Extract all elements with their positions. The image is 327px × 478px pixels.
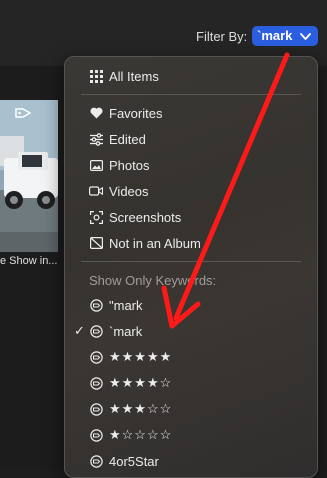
keywords-section-label: Show Only Keywords: bbox=[89, 273, 217, 288]
menu-item-label: Edited bbox=[109, 131, 146, 147]
keyword-icon bbox=[89, 402, 103, 416]
photo-thumbnail[interactable] bbox=[0, 100, 58, 252]
menu-item-label: Photos bbox=[109, 157, 150, 173]
keyword-label: "mark bbox=[109, 297, 143, 313]
keyword-label: `mark bbox=[109, 323, 143, 339]
menu-item-screenshots[interactable]: Screenshots bbox=[89, 206, 181, 228]
keyword-icon bbox=[89, 298, 103, 312]
tag-icon bbox=[14, 106, 32, 125]
keyword-icon bbox=[89, 428, 103, 442]
menu-item-label: Videos bbox=[109, 183, 149, 199]
keyword-icon bbox=[89, 376, 103, 390]
menu-item-all-items[interactable]: All Items bbox=[89, 65, 159, 87]
keyword-item[interactable]: 4or5Star bbox=[89, 450, 159, 472]
screenshot-icon bbox=[89, 210, 103, 224]
keyword-item[interactable]: `mark bbox=[89, 320, 142, 342]
keyword-icon bbox=[89, 350, 103, 364]
no-album-icon bbox=[89, 236, 103, 250]
keyword-icon bbox=[89, 324, 103, 338]
menu-item-label: Not in an Album bbox=[109, 235, 201, 251]
keyword-label: ★★★★★ bbox=[109, 349, 173, 364]
keyword-icon bbox=[89, 454, 103, 468]
keyword-item[interactable]: ★☆☆☆☆ bbox=[89, 424, 172, 446]
keyword-label: 4or5Star bbox=[109, 453, 159, 469]
photo-icon bbox=[89, 158, 103, 172]
thumbnail-caption: e Show in... bbox=[0, 255, 58, 267]
menu-item-videos[interactable]: Videos bbox=[89, 180, 149, 202]
keyword-item[interactable]: ★★★★☆ bbox=[89, 372, 172, 394]
heart-icon bbox=[89, 106, 103, 120]
menu-divider bbox=[81, 94, 301, 95]
sliders-icon bbox=[89, 132, 103, 146]
video-icon bbox=[89, 184, 103, 198]
filter-dropdown[interactable]: `mark bbox=[252, 26, 318, 46]
menu-item-edited[interactable]: Edited bbox=[89, 128, 146, 150]
grid-icon bbox=[89, 69, 103, 83]
keyword-item[interactable]: ★★★★★ bbox=[89, 346, 172, 368]
menu-item-label: Screenshots bbox=[109, 209, 182, 225]
keyword-label: ★☆☆☆☆ bbox=[109, 427, 173, 442]
chevron-down-icon bbox=[299, 29, 312, 49]
menu-item-label: All Items bbox=[109, 68, 159, 84]
keyword-item[interactable]: ★★★☆☆ bbox=[89, 398, 172, 420]
keyword-item[interactable]: "mark bbox=[89, 294, 143, 316]
menu-divider bbox=[81, 261, 301, 262]
checkmark-icon: ✓ bbox=[74, 323, 85, 338]
menu-item-photos[interactable]: Photos bbox=[89, 154, 149, 176]
menu-item-not-in-album[interactable]: Not in an Album bbox=[89, 232, 201, 254]
menu-item-label: Favorites bbox=[109, 105, 163, 121]
filter-menu: All Items Favorites Edited Photos Videos bbox=[64, 56, 318, 478]
filter-label: Filter By: bbox=[196, 29, 248, 44]
keyword-label: ★★★★☆ bbox=[109, 375, 173, 390]
menu-item-favorites[interactable]: Favorites bbox=[89, 102, 162, 124]
filter-value: `mark bbox=[257, 28, 293, 43]
keyword-label: ★★★☆☆ bbox=[109, 401, 173, 416]
